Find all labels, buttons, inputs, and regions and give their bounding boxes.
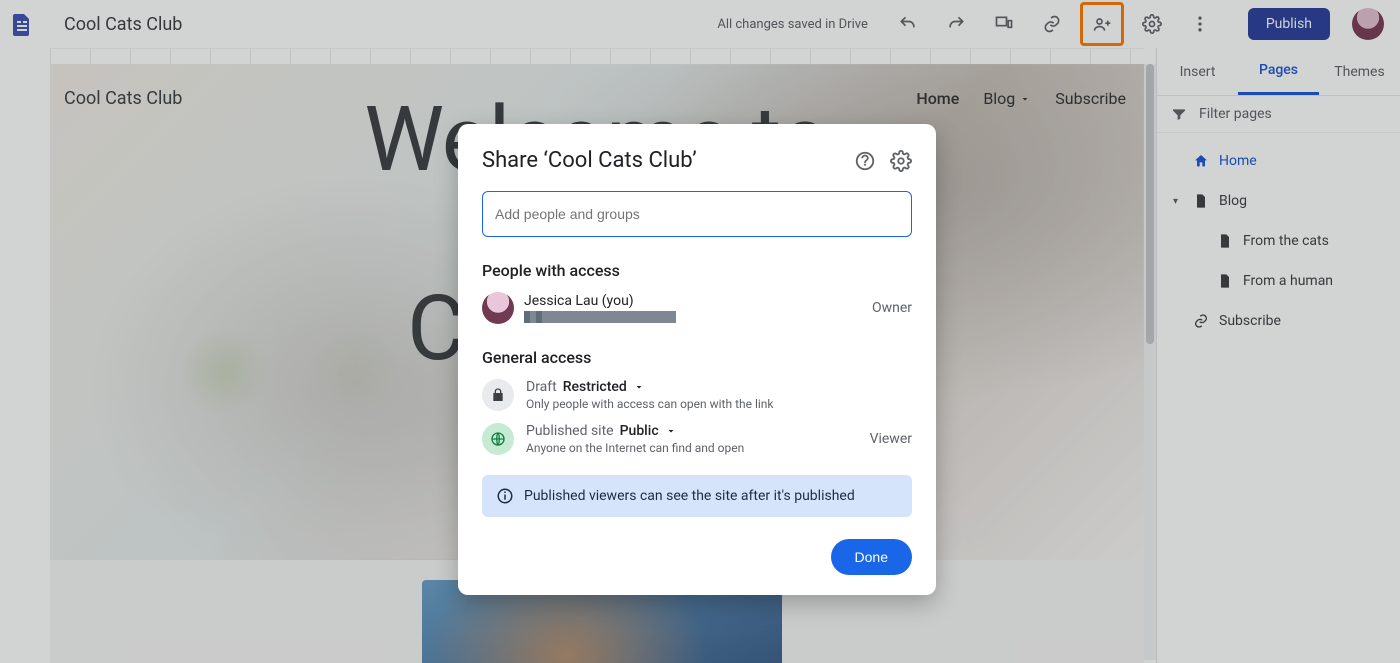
add-people-input[interactable] [482,191,912,237]
published-access-sub: Anyone on the Internet can find and open [526,441,744,455]
published-role[interactable]: Viewer [870,431,912,447]
share-dialog: Share ‘Cool Cats Club’ People with acces… [458,124,936,595]
draft-access-row: Draft Restricted Only people with access… [482,379,912,411]
draft-access-sub: Only people with access can open with th… [526,397,774,411]
dialog-title: Share ‘Cool Cats Club’ [482,148,697,173]
info-banner-text: Published viewers can see the site after… [524,488,855,504]
published-access-selector[interactable]: Published site Public [526,423,744,439]
help-icon[interactable] [854,150,876,172]
person-role: Owner [872,300,912,316]
people-with-access-header: People with access [482,261,912,280]
published-access-row: Published site Public Anyone on the Inte… [482,423,912,455]
globe-icon [482,423,514,455]
settings-icon[interactable] [890,150,912,172]
person-avatar [482,292,514,324]
draft-access-selector[interactable]: Draft Restricted [526,379,774,395]
info-icon [496,487,514,505]
chevron-down-icon [633,381,645,393]
done-button[interactable]: Done [831,539,912,575]
info-banner: Published viewers can see the site after… [482,475,912,517]
person-name: Jessica Lau (you) [524,293,676,309]
chevron-down-icon [665,425,677,437]
person-row-owner: Jessica Lau (you) Owner [482,292,912,324]
general-access-header: General access [482,348,912,367]
person-email-redacted [524,311,676,323]
lock-icon [482,379,514,411]
